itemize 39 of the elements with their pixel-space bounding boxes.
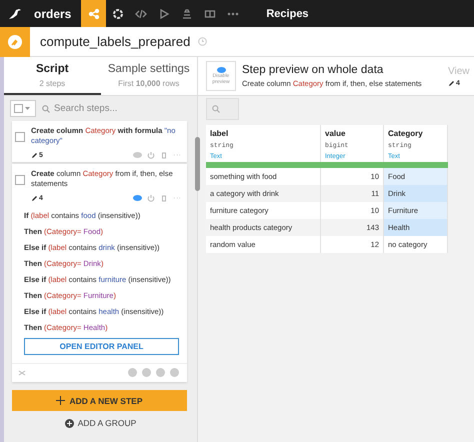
code-icon — [134, 8, 147, 20]
column-name[interactable]: value — [325, 129, 383, 138]
circle-icon — [112, 8, 124, 20]
stack-icon — [180, 8, 193, 20]
recipe-name: compute_labels_prepared — [40, 34, 190, 49]
section-tab[interactable]: Recipes — [266, 8, 309, 20]
eye-icon — [216, 67, 226, 73]
scroll-thumb[interactable] — [195, 137, 200, 191]
pencil-icon — [31, 152, 38, 158]
pencil-icon — [448, 80, 455, 86]
table-search-field[interactable] — [206, 98, 239, 120]
dashboard-icon — [204, 8, 216, 20]
trash-icon[interactable] — [160, 194, 168, 202]
plus-icon — [56, 396, 66, 405]
column-name[interactable]: label — [210, 129, 320, 138]
eye-icon[interactable] — [133, 152, 142, 158]
search-icon — [42, 104, 50, 112]
shuffle-icon[interactable] — [18, 368, 26, 376]
power-icon[interactable] — [147, 151, 155, 159]
flow-icon — [88, 8, 100, 20]
bird-logo — [8, 8, 22, 20]
search-icon — [212, 105, 220, 113]
play-icon — [158, 8, 170, 20]
power-icon[interactable] — [147, 194, 155, 202]
preview-title: Step preview on whole data — [242, 64, 384, 76]
recipe-icon — [0, 26, 30, 56]
caret-icon — [25, 107, 30, 110]
open-editor-button[interactable]: OPEN EDITOR PANEL — [24, 338, 179, 355]
checkbox[interactable] — [15, 132, 25, 142]
project-name: orders — [33, 6, 72, 20]
eye-icon[interactable] — [133, 195, 142, 201]
select-all-dropdown[interactable] — [10, 100, 36, 117]
pencil-icon — [31, 194, 38, 202]
checkbox[interactable] — [15, 175, 25, 185]
trash-icon[interactable] — [160, 151, 168, 159]
plus-icon — [64, 418, 74, 428]
add-step-button[interactable]: ADD A NEW STEP — [12, 390, 187, 411]
column-name[interactable]: Category — [388, 129, 447, 138]
add-group-button[interactable]: ADD A GROUP — [58, 417, 142, 429]
